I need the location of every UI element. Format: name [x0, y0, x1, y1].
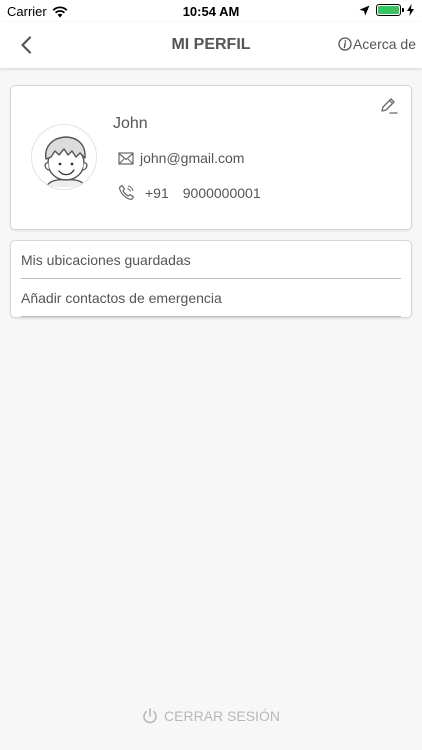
- back-button[interactable]: [12, 31, 40, 59]
- charging-bolt-icon: [407, 4, 414, 16]
- status-right: [359, 4, 414, 16]
- about-button[interactable]: Acerca de: [338, 36, 416, 52]
- saved-locations-item[interactable]: Mis ubicaciones guardadas: [21, 241, 401, 279]
- avatar[interactable]: [31, 124, 97, 190]
- email-row: john@gmail.com: [118, 150, 244, 166]
- menu-card: Mis ubicaciones guardadas Añadir contact…: [10, 240, 412, 318]
- menu-item-label: Añadir contactos de emergencia: [21, 289, 222, 306]
- phone-row: +91 9000000001: [118, 184, 261, 201]
- phone-number: 9000000001: [182, 184, 261, 201]
- status-bar: Carrier 10:54 AM: [0, 0, 422, 22]
- avatar-illustration: [44, 136, 88, 188]
- phone-code: +91: [145, 184, 169, 201]
- power-icon: [143, 708, 157, 724]
- mail-icon: [118, 151, 134, 165]
- edit-profile-button[interactable]: [379, 96, 399, 116]
- profile-screen: Carrier 10:54 AM MI PERFIL Acerca de Joh…: [0, 0, 422, 750]
- about-label: Acerca de: [352, 36, 416, 52]
- pencil-icon: [381, 98, 398, 114]
- logout-button[interactable]: CERRAR SESIÓN: [0, 708, 422, 724]
- info-icon: [338, 37, 352, 51]
- nav-bar: MI PERFIL Acerca de: [0, 22, 422, 68]
- menu-item-label: Mis ubicaciones guardadas: [21, 251, 191, 268]
- chevron-left-icon: [21, 36, 32, 54]
- phone-icon: [118, 184, 135, 201]
- location-arrow-icon: [359, 5, 370, 15]
- logout-label: CERRAR SESIÓN: [164, 708, 280, 724]
- profile-card: John john@gmail.com +91 9000000001: [10, 85, 412, 230]
- profile-name: John: [113, 115, 148, 132]
- email-text: john@gmail.com: [140, 150, 245, 166]
- emergency-contacts-item[interactable]: Añadir contactos de emergencia: [21, 279, 401, 317]
- battery-icon: [376, 4, 404, 16]
- battery-fill: [378, 6, 399, 14]
